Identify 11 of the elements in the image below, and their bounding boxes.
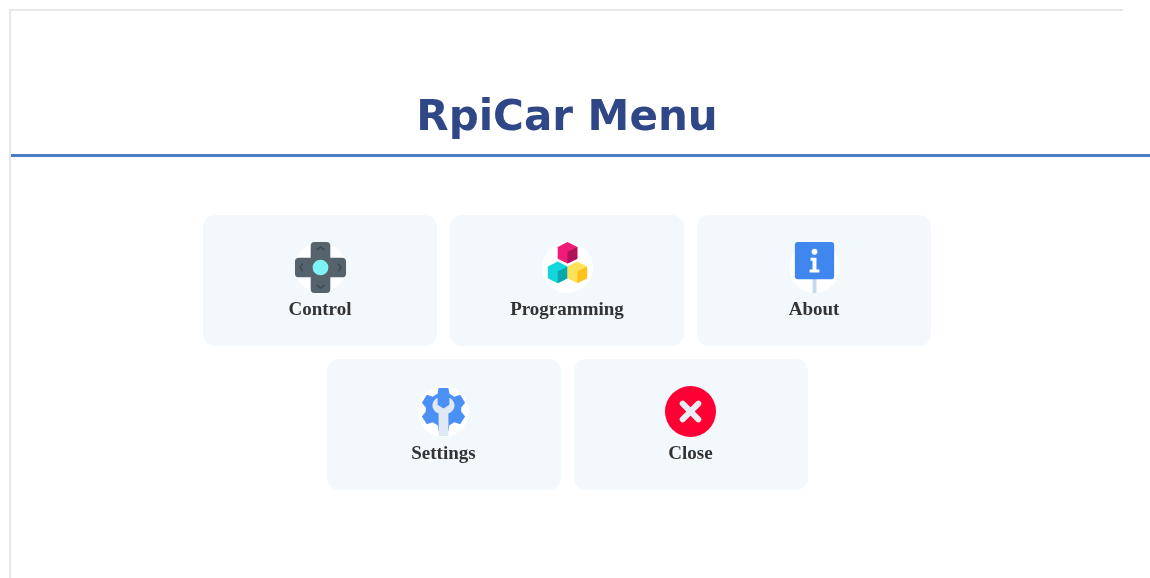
cubes-icon <box>540 241 594 294</box>
menu-tile[interactable]: Programming <box>450 215 684 346</box>
page-title: RpiCar Menu <box>416 91 718 140</box>
gamepad-icon <box>293 241 347 294</box>
wrench-gear-icon <box>417 385 470 438</box>
menu-tile[interactable]: Close <box>573 359 808 490</box>
menu-tile[interactable]: About <box>697 215 931 346</box>
menu-tile[interactable]: Control <box>203 215 437 346</box>
info-sign-icon <box>787 241 841 294</box>
close-icon <box>664 385 717 438</box>
menu-tile[interactable]: Settings <box>326 359 561 490</box>
